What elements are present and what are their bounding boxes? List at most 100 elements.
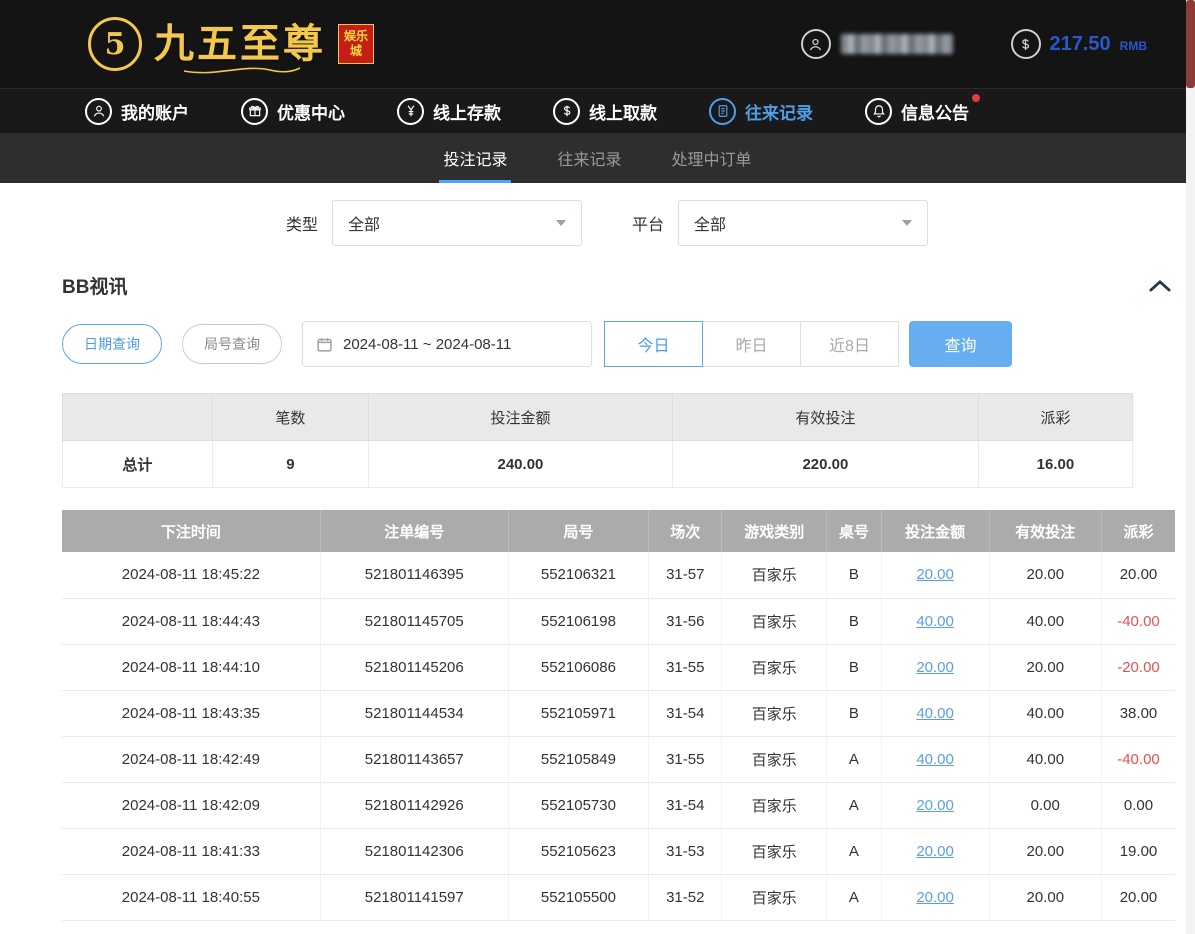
table-row: 2024-08-11 18:42:49521801143657552105849… <box>62 736 1175 782</box>
cell-game: 百家乐 <box>722 552 827 598</box>
yesterday-button[interactable]: 昨日 <box>702 321 801 367</box>
summary-header-cell: 笔数 <box>212 394 368 441</box>
logo[interactable]: 5 九五至尊 娱乐 城 <box>88 17 374 71</box>
cell-payout: 38.00 <box>1101 690 1175 736</box>
cell-order_id: 521801144534 <box>320 690 508 736</box>
cell-time: 2024-08-11 18:43:35 <box>62 690 320 736</box>
tab-1[interactable]: 往来记录 <box>553 133 625 183</box>
cell-time: 2024-08-11 18:45:22 <box>62 552 320 598</box>
cell-session: 31-52 <box>649 874 722 920</box>
cell-time: 2024-08-11 18:44:43 <box>62 598 320 644</box>
cell-bet[interactable]: 20.00 <box>881 874 989 920</box>
cell-valid: 20.00 <box>989 874 1101 920</box>
cell-game: 百家乐 <box>722 874 827 920</box>
cell-table: A <box>827 736 882 782</box>
summary-value-cell: 240.00 <box>369 441 673 488</box>
table-row: 2024-08-11 18:44:43521801145705552106198… <box>62 598 1175 644</box>
summary-header-cell: 派彩 <box>978 394 1132 441</box>
withdraw-icon <box>553 98 580 125</box>
cell-bet[interactable]: 20.00 <box>881 782 989 828</box>
cell-table: B <box>827 690 882 736</box>
bets-header-cell: 游戏类别 <box>722 510 827 552</box>
cell-time: 2024-08-11 18:40:55 <box>62 874 320 920</box>
user-avatar-icon <box>801 29 831 59</box>
filter-row: 类型 全部 平台 全部 <box>286 200 1195 246</box>
bets-header-cell: 桌号 <box>827 510 882 552</box>
summary-header-cell: 投注金额 <box>369 394 673 441</box>
bets-header-cell: 派彩 <box>1101 510 1175 552</box>
date-range-input[interactable]: 2024-08-11 ~ 2024-08-11 <box>302 321 592 367</box>
bets-header-cell: 投注金额 <box>881 510 989 552</box>
cell-time: 2024-08-11 18:44:10 <box>62 644 320 690</box>
summary-header-cell <box>63 394 213 441</box>
cell-bet[interactable]: 20.00 <box>881 644 989 690</box>
bell-icon <box>865 98 892 125</box>
table-row: 2024-08-11 18:44:10521801145206552106086… <box>62 644 1175 690</box>
tab-bar: 投注记录往来记录处理中订单 <box>0 133 1195 183</box>
user-account[interactable] <box>801 29 953 59</box>
username-redacted <box>841 34 953 54</box>
nav-item-4[interactable]: 往来记录 <box>709 98 813 125</box>
scrollbar-thumb[interactable] <box>1186 0 1195 88</box>
cell-valid: 20.00 <box>989 552 1101 598</box>
cell-valid: 20.00 <box>989 644 1101 690</box>
cell-session: 31-53 <box>649 828 722 874</box>
collapse-section-button[interactable] <box>1149 279 1175 292</box>
cell-valid: 20.00 <box>989 828 1101 874</box>
cell-game: 百家乐 <box>722 644 827 690</box>
cell-payout: 20.00 <box>1101 874 1175 920</box>
nav-item-1[interactable]: 优惠中心 <box>241 98 345 125</box>
cell-game: 百家乐 <box>722 598 827 644</box>
search-button[interactable]: 查询 <box>909 321 1012 367</box>
balance-display: 217.50 RMB <box>1011 29 1148 59</box>
content-area: 类型 全部 平台 全部 BB视讯 日期查询 局号查询 2024-08-11 <box>0 200 1195 921</box>
logo-flourish-icon <box>182 64 302 76</box>
round-query-button[interactable]: 局号查询 <box>182 324 282 364</box>
table-row: 2024-08-11 18:41:33521801142306552105623… <box>62 828 1175 874</box>
nav-item-2[interactable]: 线上存款 <box>397 98 501 125</box>
cell-game: 百家乐 <box>722 690 827 736</box>
nav-item-0[interactable]: 我的账户 <box>85 98 189 125</box>
cell-bet[interactable]: 20.00 <box>881 828 989 874</box>
cell-payout: -20.00 <box>1101 644 1175 690</box>
table-row: 2024-08-11 18:45:22521801146395552106321… <box>62 552 1175 598</box>
type-select[interactable]: 全部 <box>332 200 582 246</box>
cell-session: 31-54 <box>649 690 722 736</box>
chevron-up-icon <box>1149 279 1171 292</box>
cell-bet[interactable]: 40.00 <box>881 598 989 644</box>
cell-payout: -40.00 <box>1101 598 1175 644</box>
scrollbar[interactable] <box>1186 0 1195 934</box>
balance-currency: RMB <box>1120 39 1147 53</box>
deposit-icon <box>397 98 424 125</box>
cell-time: 2024-08-11 18:42:49 <box>62 736 320 782</box>
cell-round: 552105730 <box>508 782 648 828</box>
tab-2[interactable]: 处理中订单 <box>668 133 756 183</box>
cell-time: 2024-08-11 18:42:09 <box>62 782 320 828</box>
balance-amount: 217.50 <box>1050 33 1111 56</box>
logo-title: 九五至尊 <box>154 20 326 67</box>
section-header: BB视讯 <box>62 272 1175 299</box>
table-row: 2024-08-11 18:40:55521801141597552105500… <box>62 874 1175 920</box>
cell-valid: 40.00 <box>989 690 1101 736</box>
cell-round: 552106086 <box>508 644 648 690</box>
cell-valid: 40.00 <box>989 736 1101 782</box>
tab-0[interactable]: 投注记录 <box>439 133 511 183</box>
today-button[interactable]: 今日 <box>604 321 703 367</box>
cell-table: A <box>827 874 882 920</box>
nav-item-label: 线上取款 <box>589 99 657 124</box>
section-title: BB视讯 <box>62 272 127 299</box>
cell-round: 552105500 <box>508 874 648 920</box>
bets-header-cell: 注单编号 <box>320 510 508 552</box>
last-8-days-button[interactable]: 近8日 <box>800 321 899 367</box>
query-toolbar: 日期查询 局号查询 2024-08-11 ~ 2024-08-11 今日 昨日 … <box>62 321 1195 367</box>
cell-bet[interactable]: 20.00 <box>881 552 989 598</box>
date-query-button[interactable]: 日期查询 <box>62 324 162 364</box>
platform-select[interactable]: 全部 <box>678 200 928 246</box>
notification-dot-icon <box>972 94 980 102</box>
cell-bet[interactable]: 40.00 <box>881 690 989 736</box>
cell-payout: -40.00 <box>1101 736 1175 782</box>
cell-bet[interactable]: 40.00 <box>881 736 989 782</box>
nav-item-5[interactable]: 信息公告 <box>865 98 969 125</box>
nav-item-label: 优惠中心 <box>277 99 345 124</box>
nav-item-3[interactable]: 线上取款 <box>553 98 657 125</box>
